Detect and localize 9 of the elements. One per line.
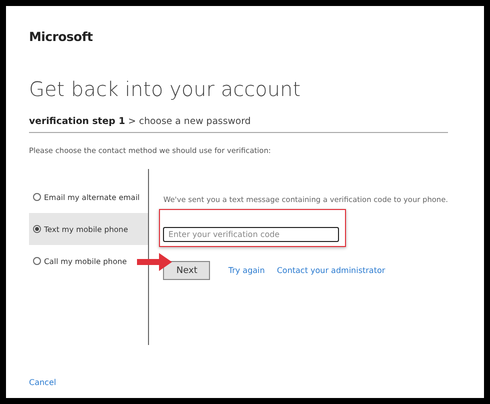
text-link[interactable]: Contact your administrator <box>276 266 386 275</box>
cancel-link[interactable]: Cancel <box>29 378 56 387</box>
text-link[interactable]: Try again <box>228 266 265 275</box>
page-title: Get back into your account <box>29 77 302 101</box>
brand-logo: Microsoft <box>29 29 94 44</box>
step-breadcrumb: verification step 1 > choose a new password <box>29 116 448 133</box>
next-button[interactable]: Next <box>163 261 210 280</box>
code-field[interactable]: Enter your verification code <box>163 227 340 242</box>
arrow-icon <box>135 251 174 273</box>
